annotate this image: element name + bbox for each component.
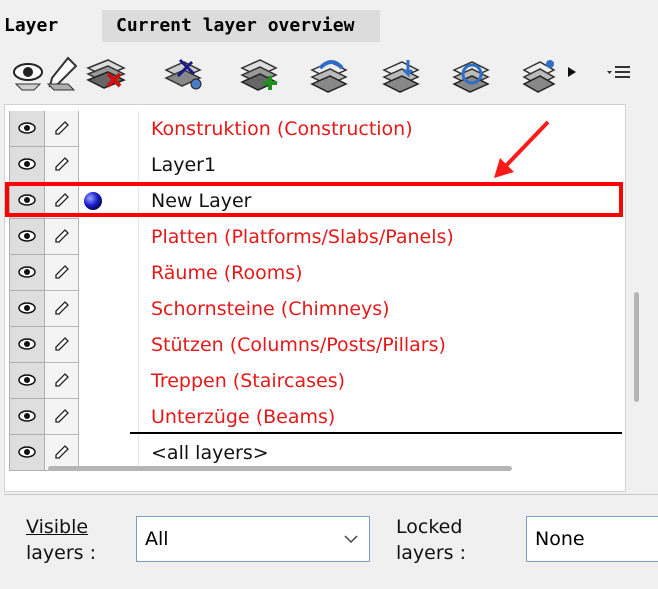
pencil-icon[interactable] [45, 219, 79, 255]
annotation-arrow-icon [488, 116, 558, 186]
layer-color-cell[interactable] [79, 183, 139, 219]
layer-row[interactable]: Unterzüge (Beams) [5, 399, 625, 435]
delete-layer-icon[interactable] [82, 54, 130, 94]
visible-label-line2: layers : [26, 542, 97, 564]
eye-icon[interactable] [9, 111, 45, 147]
layer-color-cell[interactable] [79, 111, 139, 147]
pencil-icon[interactable] [45, 147, 79, 183]
layer-row[interactable]: New Layer [5, 183, 625, 219]
locked-label-line2: layers : [396, 542, 467, 564]
eye-icon[interactable] [9, 219, 45, 255]
eye-icon[interactable] [9, 327, 45, 363]
layer-name: New Layer [151, 190, 252, 212]
locked-layers-select[interactable]: None [526, 516, 658, 562]
refresh-layer-icon[interactable] [448, 54, 496, 94]
menu-options-icon[interactable] [606, 62, 632, 82]
pencil-icon[interactable] [45, 255, 79, 291]
layer-color-cell[interactable] [79, 363, 139, 399]
layer-toolbar [0, 48, 658, 100]
visible-layers-value: All [145, 528, 169, 550]
eye-icon[interactable] [9, 183, 45, 219]
visible-label-line1: Visible [26, 516, 89, 538]
all-layers-separator [130, 432, 622, 434]
tab-bar: Layer Current layer overview [0, 10, 380, 42]
pencil-icon[interactable] [45, 327, 79, 363]
undo-layer-icon[interactable] [306, 54, 354, 94]
layer-color-cell[interactable] [79, 327, 139, 363]
chevron-down-icon [344, 535, 358, 544]
layer-name: Schornsteine (Chimneys) [151, 298, 390, 320]
pencil-icon[interactable] [45, 399, 79, 435]
locked-label-line1: Locked [396, 516, 463, 538]
layer-properties-icon[interactable] [160, 54, 208, 94]
visible-layers-label: Visible layers : [26, 514, 96, 566]
tab-layer[interactable]: Layer [0, 10, 100, 42]
layer-name: Unterzüge (Beams) [151, 406, 336, 428]
eye-icon[interactable] [9, 435, 45, 471]
layer-color-cell[interactable] [79, 399, 139, 435]
horizontal-scrollbar[interactable] [48, 466, 512, 471]
eye-icon[interactable] [9, 291, 45, 327]
layer-name: Räume (Rooms) [151, 262, 303, 284]
visible-layers-select[interactable]: All [136, 516, 370, 562]
layer-row[interactable]: Platten (Platforms/Slabs/Panels) [5, 219, 625, 255]
edit-layer-icon[interactable] [44, 54, 84, 94]
layer-name: Platten (Platforms/Slabs/Panels) [151, 226, 454, 248]
eye-icon[interactable] [9, 363, 45, 399]
layer-name: Stützen (Columns/Posts/Pillars) [151, 334, 446, 356]
pencil-icon[interactable] [45, 291, 79, 327]
eye-icon[interactable] [9, 255, 45, 291]
dropdown-arrow-icon[interactable] [566, 64, 578, 80]
divider [4, 494, 658, 495]
layer-name: Treppen (Staircases) [151, 370, 346, 392]
layer-color-cell[interactable] [79, 291, 139, 327]
layer-row[interactable]: Räume (Rooms) [5, 255, 625, 291]
locked-layers-value: None [535, 528, 585, 550]
pencil-icon[interactable] [45, 183, 79, 219]
eye-icon[interactable] [9, 399, 45, 435]
layer-color-cell[interactable] [79, 219, 139, 255]
save-layer-icon[interactable] [378, 54, 426, 94]
new-layer-icon[interactable] [236, 54, 284, 94]
pencil-icon[interactable] [45, 363, 79, 399]
layer-row[interactable]: Schornsteine (Chimneys) [5, 291, 625, 327]
tab-current-layer-overview[interactable]: Current layer overview [102, 10, 380, 42]
layer-row[interactable]: Stützen (Columns/Posts/Pillars) [5, 327, 625, 363]
layer-color-cell[interactable] [79, 147, 139, 183]
layer-row[interactable]: Treppen (Staircases) [5, 363, 625, 399]
layer-menu-icon[interactable] [520, 54, 560, 94]
locked-layers-label: Locked layers : [396, 514, 466, 566]
pencil-icon[interactable] [45, 111, 79, 147]
layer-color-cell[interactable] [79, 255, 139, 291]
color-dot-icon [84, 192, 102, 210]
vertical-scrollbar[interactable] [634, 292, 639, 402]
eye-icon[interactable] [9, 147, 45, 183]
